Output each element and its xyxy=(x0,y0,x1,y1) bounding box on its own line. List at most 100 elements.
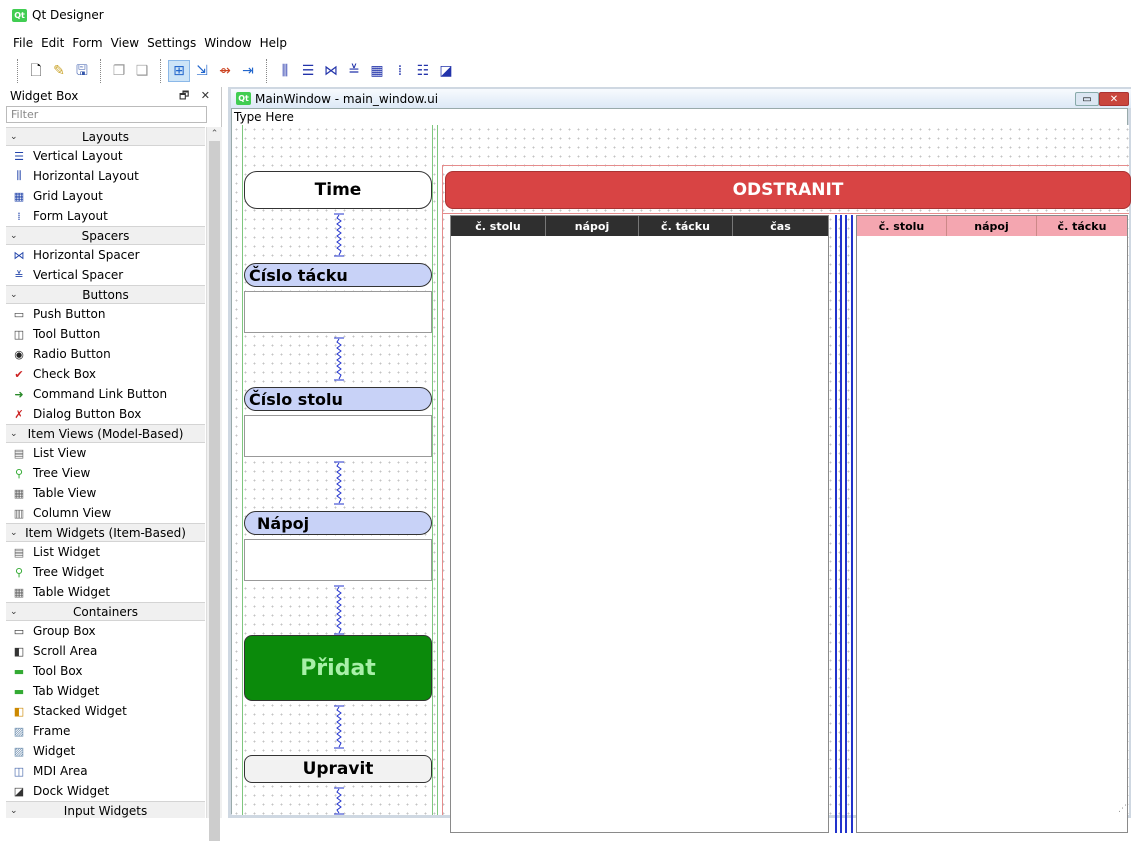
edit-button[interactable]: Upravit xyxy=(244,755,432,783)
minimize-icon[interactable]: ▭ xyxy=(1075,92,1099,106)
widget-list-item[interactable]: ▭ Group Box xyxy=(6,621,205,641)
save-file-icon[interactable]: 🖫 xyxy=(72,61,92,81)
vertical-spacer-icon[interactable] xyxy=(332,461,346,505)
layout-grid-icon[interactable]: ▦ xyxy=(367,61,387,81)
new-file-icon[interactable]: 🗋 xyxy=(26,61,46,81)
column-header[interactable]: č. stolu xyxy=(857,216,947,236)
tray-number-input[interactable] xyxy=(244,291,432,333)
drink-label: Nápoj xyxy=(244,511,432,535)
menu-view[interactable]: View xyxy=(111,36,139,50)
widget-list-item[interactable]: ▬ Tab Widget xyxy=(6,681,205,701)
widget-list-item[interactable]: ◧ Stacked Widget xyxy=(6,701,205,721)
column-header[interactable]: č. tácku xyxy=(639,216,733,236)
column-view-icon: ▥ xyxy=(13,506,25,520)
widget-list-item[interactable]: ▨ Widget xyxy=(6,741,205,761)
widget-list-item[interactable]: ▥ Column View xyxy=(6,503,205,523)
table-splitter[interactable] xyxy=(832,215,855,833)
adjust-size-icon[interactable]: ◪ xyxy=(436,61,456,81)
finished-orders-table[interactable]: č. stolu nápoj č. tácku xyxy=(856,215,1128,833)
widget-filter-input[interactable]: Filter xyxy=(6,106,207,123)
widget-list-item[interactable]: ≚ Vertical Spacer xyxy=(6,265,205,285)
widget-category[interactable]: ⌄ Layouts xyxy=(6,127,205,146)
widget-list-item-label: Group Box xyxy=(33,624,96,638)
menu-form[interactable]: Form xyxy=(72,36,102,50)
chevron-down-icon: ⌄ xyxy=(10,230,18,241)
widget-list-item[interactable]: ➜ Command Link Button xyxy=(6,384,205,404)
column-header[interactable]: č. stolu xyxy=(451,216,546,236)
vertical-spacer-icon[interactable] xyxy=(332,787,346,815)
widget-category[interactable]: ⌄ Input Widgets xyxy=(6,801,205,818)
bring-to-front-icon[interactable]: ❑ xyxy=(132,61,152,81)
edit-tab-order-icon[interactable]: ⇥ xyxy=(238,61,258,81)
widget-list-item[interactable]: ▤ List View xyxy=(6,443,205,463)
widget-list-item[interactable]: ⫼ Horizontal Layout xyxy=(6,166,205,186)
widget-list-item[interactable]: ⁞ Form Layout xyxy=(6,206,205,226)
type-here-menu[interactable]: Type Here xyxy=(234,110,294,124)
widget-category[interactable]: ⌄ Spacers xyxy=(6,226,205,245)
layout-form-icon[interactable]: ⁞ xyxy=(390,61,410,81)
widget-list-item[interactable]: ▬ Tool Box xyxy=(6,661,205,681)
column-header[interactable]: č. tácku xyxy=(1037,216,1127,236)
column-header[interactable]: čas xyxy=(733,216,828,236)
layout-horizontal-icon[interactable]: ⫼ xyxy=(275,61,295,81)
resize-grip-icon[interactable]: ⋰ xyxy=(1118,804,1127,814)
widget-list-item[interactable]: ⋈ Horizontal Spacer xyxy=(6,245,205,265)
widget-list-item[interactable]: ◫ Tool Button xyxy=(6,324,205,344)
open-file-icon[interactable]: ✎ xyxy=(49,61,69,81)
edit-signals-slots-icon[interactable]: ⇲ xyxy=(192,61,212,81)
edit-widgets-icon[interactable]: ⊞ xyxy=(168,60,190,82)
widget-list-item-label: Table View xyxy=(33,486,97,500)
layout-vertical-icon[interactable]: ☰ xyxy=(298,61,318,81)
vertical-spacer-icon[interactable] xyxy=(332,585,346,635)
drink-input[interactable] xyxy=(244,539,432,581)
send-to-back-icon[interactable]: ❐ xyxy=(109,61,129,81)
widget-list-item[interactable]: ▤ List Widget xyxy=(6,542,205,562)
widget-list-item[interactable]: ◫ MDI Area xyxy=(6,761,205,781)
form-window-titlebar[interactable]: Qt MainWindow - main_window.ui ▭ ✕ xyxy=(231,89,1131,108)
widget-list-item[interactable]: ▦ Table Widget xyxy=(6,582,205,602)
vertical-spacer-icon[interactable] xyxy=(332,337,346,381)
widget-list-item[interactable]: ◉ Radio Button xyxy=(6,344,205,364)
layout-horizontal-splitter-icon[interactable]: ⋈ xyxy=(321,61,341,81)
widget-category[interactable]: ⌄ Item Views (Model-Based) xyxy=(6,424,205,443)
table-number-input[interactable] xyxy=(244,415,432,457)
widget-list-item[interactable]: ▦ Table View xyxy=(6,483,205,503)
remove-button[interactable]: ODSTRANIT xyxy=(445,171,1131,209)
menu-file[interactable]: File xyxy=(13,36,33,50)
widget-list-item[interactable]: ✗ Dialog Button Box xyxy=(6,404,205,424)
widget-list-item[interactable]: ▦ Grid Layout xyxy=(6,186,205,206)
widget-list-item[interactable]: ▨ Frame xyxy=(6,721,205,741)
column-header[interactable]: nápoj xyxy=(546,216,639,236)
widget-list-item[interactable]: ☰ Vertical Layout xyxy=(6,146,205,166)
layout-vertical-splitter-icon[interactable]: ≚ xyxy=(344,61,364,81)
add-button[interactable]: Přidat xyxy=(244,635,432,701)
widget-box-panel: Widget Box 🗗 ✕ Filter ⌄ Layouts ☰ Vertical … xyxy=(0,87,222,841)
widget-category[interactable]: ⌄ Buttons xyxy=(6,285,205,304)
widget-list-item[interactable]: ▭ Push Button xyxy=(6,304,205,324)
widget-list-item[interactable]: ⚲ Tree Widget xyxy=(6,562,205,582)
menu-settings[interactable]: Settings xyxy=(147,36,196,50)
vertical-spacer-icon[interactable] xyxy=(332,213,346,257)
widget-list-item[interactable]: ◪ Dock Widget xyxy=(6,781,205,801)
widget-box-controls[interactable]: 🗗 ✕ xyxy=(179,87,214,106)
toolbar-handle[interactable] xyxy=(17,59,18,83)
close-icon[interactable]: ✕ xyxy=(1099,92,1129,106)
widget-category[interactable]: ⌄ Item Widgets (Item-Based) xyxy=(6,523,205,542)
widget-box-scrollbar[interactable]: ⌃ xyxy=(206,127,222,841)
widget-list-item[interactable]: ✔ Check Box xyxy=(6,364,205,384)
column-header[interactable]: nápoj xyxy=(947,216,1037,236)
widget-list-item[interactable]: ⚲ Tree View xyxy=(6,463,205,483)
orders-table[interactable]: č. stolu nápoj č. tácku čas xyxy=(450,215,829,833)
widget-list-item[interactable]: ◧ Scroll Area xyxy=(6,641,205,661)
break-layout-icon[interactable]: ☷ xyxy=(413,61,433,81)
vertical-spacer-icon[interactable] xyxy=(332,705,346,749)
horizontal-spacer-icon: ⋈ xyxy=(13,248,25,262)
menu-help[interactable]: Help xyxy=(260,36,287,50)
scroll-up-icon[interactable]: ⌃ xyxy=(207,127,222,141)
toolbar-separator xyxy=(160,59,161,83)
scrollbar-thumb[interactable] xyxy=(209,141,220,841)
widget-category[interactable]: ⌄ Containers xyxy=(6,602,205,621)
edit-buddies-icon[interactable]: ⇴ xyxy=(215,61,235,81)
menu-window[interactable]: Window xyxy=(204,36,251,50)
menu-edit[interactable]: Edit xyxy=(41,36,64,50)
